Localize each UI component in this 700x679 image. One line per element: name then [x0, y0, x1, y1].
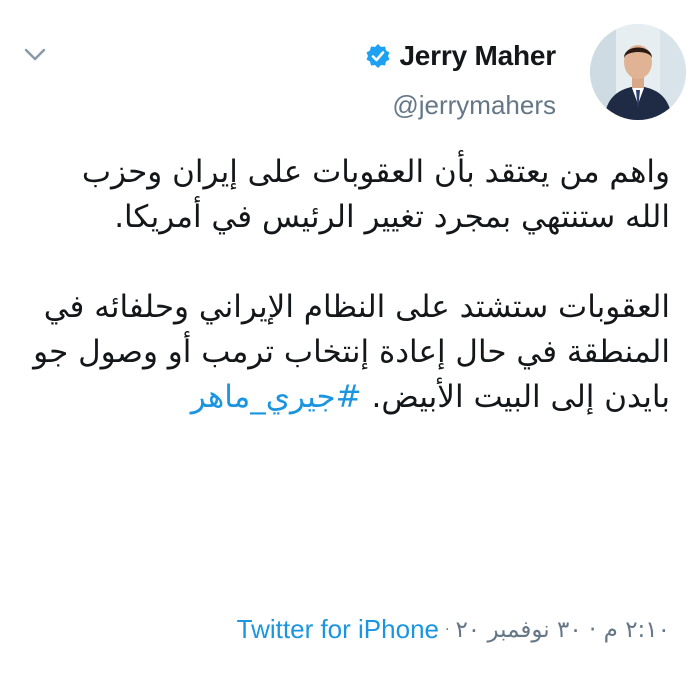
tweet-text: واهم من يعتقد بأن العقوبات على إيران وحز…	[30, 150, 670, 420]
source-link[interactable]: Twitter for iPhone	[237, 614, 439, 645]
tweet-paragraph-2: العقوبات ستشتد على النظام الإيراني وحلفا…	[30, 285, 670, 420]
user-handle[interactable]: @jerrymahers	[392, 90, 556, 121]
tweet-meta: Twitter for iPhone · ٢:١٠ م · ٣٠ نوفمبر …	[237, 614, 670, 645]
display-name: Jerry Maher	[399, 40, 556, 71]
chevron-down-icon[interactable]	[20, 40, 50, 70]
tweet-card: Jerry Maher @jerrymahers واهم من يعتقد ب…	[0, 0, 700, 679]
verified-badge-icon	[365, 43, 391, 69]
meta-separator: ·	[444, 621, 450, 638]
author-name-row[interactable]: Jerry Maher	[365, 40, 556, 72]
tweet-paragraph-1: واهم من يعتقد بأن العقوبات على إيران وحز…	[81, 154, 670, 235]
timestamp[interactable]: ٢:١٠ م · ٣٠ نوفمبر ٢٠	[455, 617, 670, 643]
hashtag-link[interactable]: #جيري_ماهر	[191, 379, 362, 415]
avatar[interactable]	[590, 24, 686, 120]
